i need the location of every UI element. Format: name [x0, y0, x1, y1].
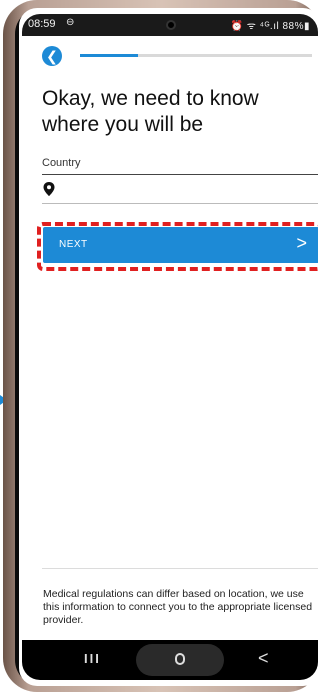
footer-divider	[42, 568, 318, 569]
system-back-button[interactable]: <	[258, 648, 269, 669]
footer-note: Medical regulations can differ based on …	[43, 588, 313, 626]
dnd-icon: ⊖	[66, 17, 75, 28]
highlight-box	[37, 222, 318, 271]
status-time: 08:59	[28, 18, 56, 30]
status-bar: 08:59 ⊖ ⏰ ᯤ ⁴ᴳ.ıl 88%▮	[22, 14, 318, 36]
country-input[interactable]	[62, 179, 316, 201]
app-screen: 08:59 ⊖ ⏰ ᯤ ⁴ᴳ.ıl 88%▮ ❮ Okay, we need t…	[22, 14, 318, 680]
home-button[interactable]	[175, 653, 185, 665]
page-title: Okay, we need to know where you will be	[42, 87, 259, 136]
phone-screen: 08:59 ⊖ ⏰ ᯤ ⁴ᴳ.ıl 88%▮ ❮ Okay, we need t…	[19, 8, 321, 686]
back-button[interactable]: ❮	[42, 46, 62, 66]
front-camera	[166, 20, 176, 30]
country-field[interactable]	[42, 174, 318, 204]
status-icons: ⏰ ᯤ ⁴ᴳ.ıl 88%▮	[230, 21, 310, 32]
country-label: Country	[42, 157, 81, 169]
location-pin-icon	[43, 182, 55, 196]
progress-fill	[80, 54, 138, 57]
chevron-left-icon: ❮	[46, 47, 58, 64]
progress-bar	[80, 54, 312, 57]
navigation-bar: III <	[22, 640, 318, 680]
recent-apps-button[interactable]: III	[84, 651, 101, 666]
